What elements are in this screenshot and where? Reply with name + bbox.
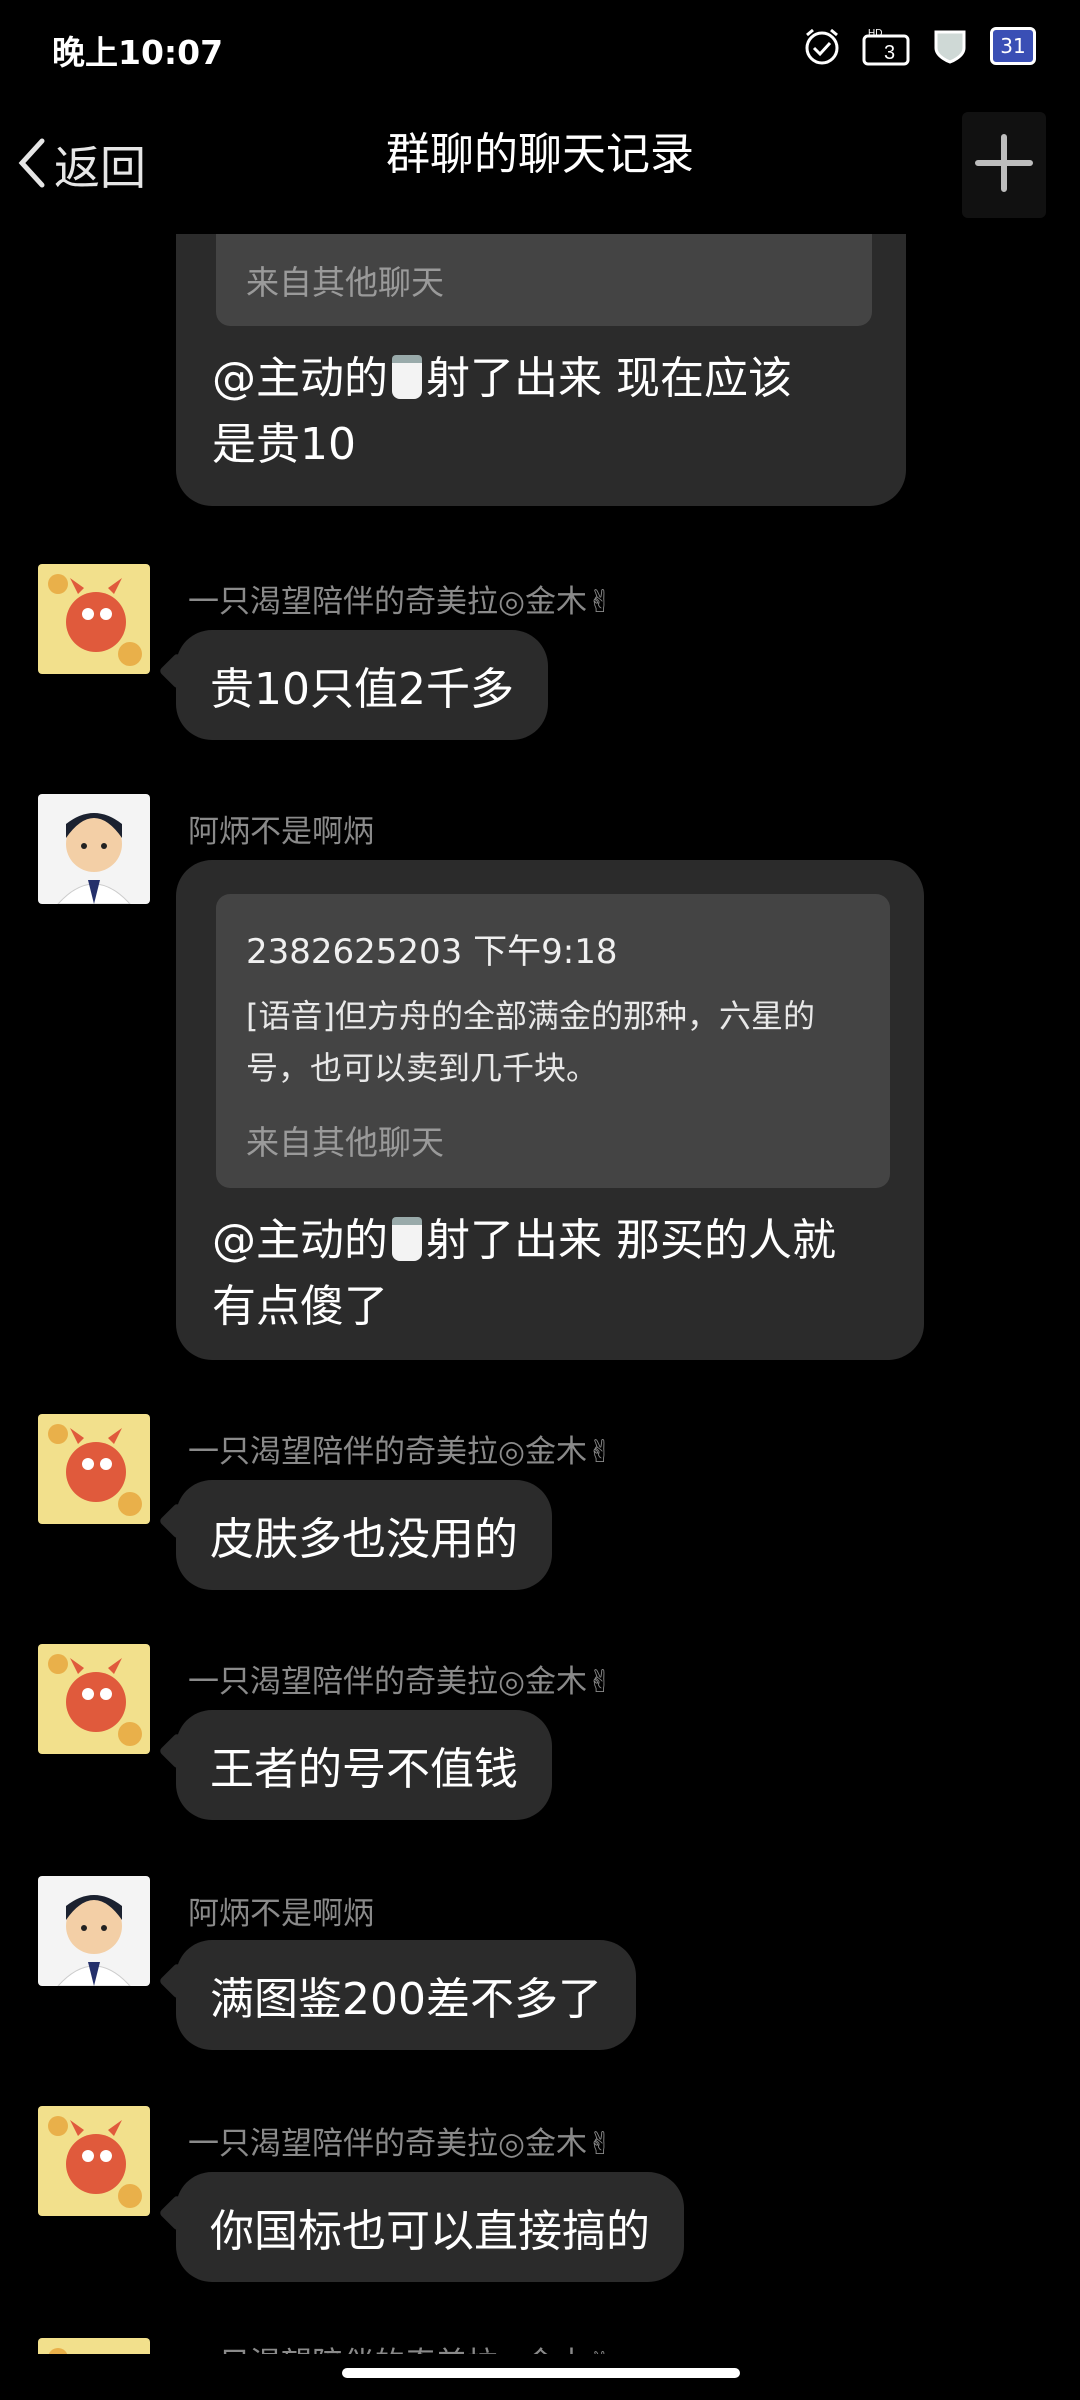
sender-name: 一只渴望陪伴的奇美拉◎金木✌	[188, 1434, 614, 1470]
calendar-31-icon: 31	[990, 27, 1036, 65]
alarm-check-icon	[798, 24, 846, 68]
avatar[interactable]	[38, 2338, 150, 2354]
quote-meta: 2382625203 下午9:18	[246, 932, 618, 972]
top-bar: 返回 群聊的聊天记录	[0, 96, 1080, 234]
status-time: 晚上10:07	[52, 33, 224, 72]
quoted-message[interactable]: 来自其他聊天	[216, 234, 872, 326]
message-bubble[interactable]: 满图鉴200差不多了	[176, 1940, 636, 2050]
quoted-message[interactable]: 2382625203 下午9:18 [语音]但方舟的全部满金的那种，六星的 号，…	[216, 894, 890, 1188]
message-bubble[interactable]: 皮肤多也没用的	[176, 1480, 552, 1590]
message-bubble[interactable]: 贵10只值2千多	[176, 630, 548, 740]
avatar[interactable]	[38, 2106, 150, 2216]
message-text: @主动的 射了出来 现在应该 是贵10	[212, 353, 792, 470]
message-text: @主动的 射了出来 那买的人就 有点傻了	[212, 1215, 836, 1332]
svg-text:HD: HD	[868, 28, 882, 39]
avatar[interactable]	[38, 564, 150, 674]
svg-text:3: 3	[884, 42, 895, 64]
avatar[interactable]	[38, 1876, 150, 1986]
avatar[interactable]	[38, 1414, 150, 1524]
avatar[interactable]	[38, 1644, 150, 1754]
sender-name: 一只渴望陪伴的奇美拉◎金木✌	[188, 2126, 614, 2162]
sender-name: 一只渴望陪伴的奇美拉◎金木✌	[188, 584, 614, 620]
status-icons: HD 3 31	[798, 24, 1036, 68]
message-bubble[interactable]: 王者的号不值钱	[176, 1710, 552, 1820]
milk-emoji-icon	[392, 1217, 422, 1261]
plus-icon	[974, 133, 1034, 197]
add-button[interactable]	[962, 112, 1046, 218]
milk-emoji-icon	[392, 355, 422, 399]
shield-icon	[926, 24, 974, 68]
forwarded-message-card: 2382625203 下午9:18 [语音]但方舟的全部满金的那种，六星的 号，…	[176, 860, 924, 1360]
home-indicator[interactable]	[342, 2368, 740, 2378]
sender-name: 一只渴望陪伴的奇美拉◎金木✌	[188, 1664, 614, 1700]
avatar[interactable]	[38, 794, 150, 904]
forwarded-message-card: 来自其他聊天 @主动的 射了出来 现在应该 是贵10	[176, 234, 906, 506]
status-bar: 晚上10:07 HD 3 31	[0, 0, 1080, 96]
hd-signal-icon: HD 3	[862, 24, 910, 68]
sender-name: 一只渴望陪伴的奇美拉◎金木✌	[188, 2338, 613, 2354]
chat-history[interactable]: 来自其他聊天 @主动的 射了出来 现在应该 是贵10 一只渴望陪伴的奇美拉◎金木✌…	[0, 234, 1080, 2354]
message-bubble[interactable]: 你国标也可以直接搞的	[176, 2172, 684, 2282]
sender-name: 阿炳不是啊炳	[188, 1896, 374, 1932]
quote-source: 来自其他聊天	[246, 263, 444, 302]
quote-text: [语音]但方舟的全部满金的那种，六星的 号，也可以卖到几千块。	[246, 997, 815, 1087]
quote-source: 来自其他聊天	[246, 1123, 444, 1162]
page-title: 群聊的聊天记录	[386, 129, 694, 180]
sender-name: 阿炳不是啊炳	[188, 814, 374, 850]
